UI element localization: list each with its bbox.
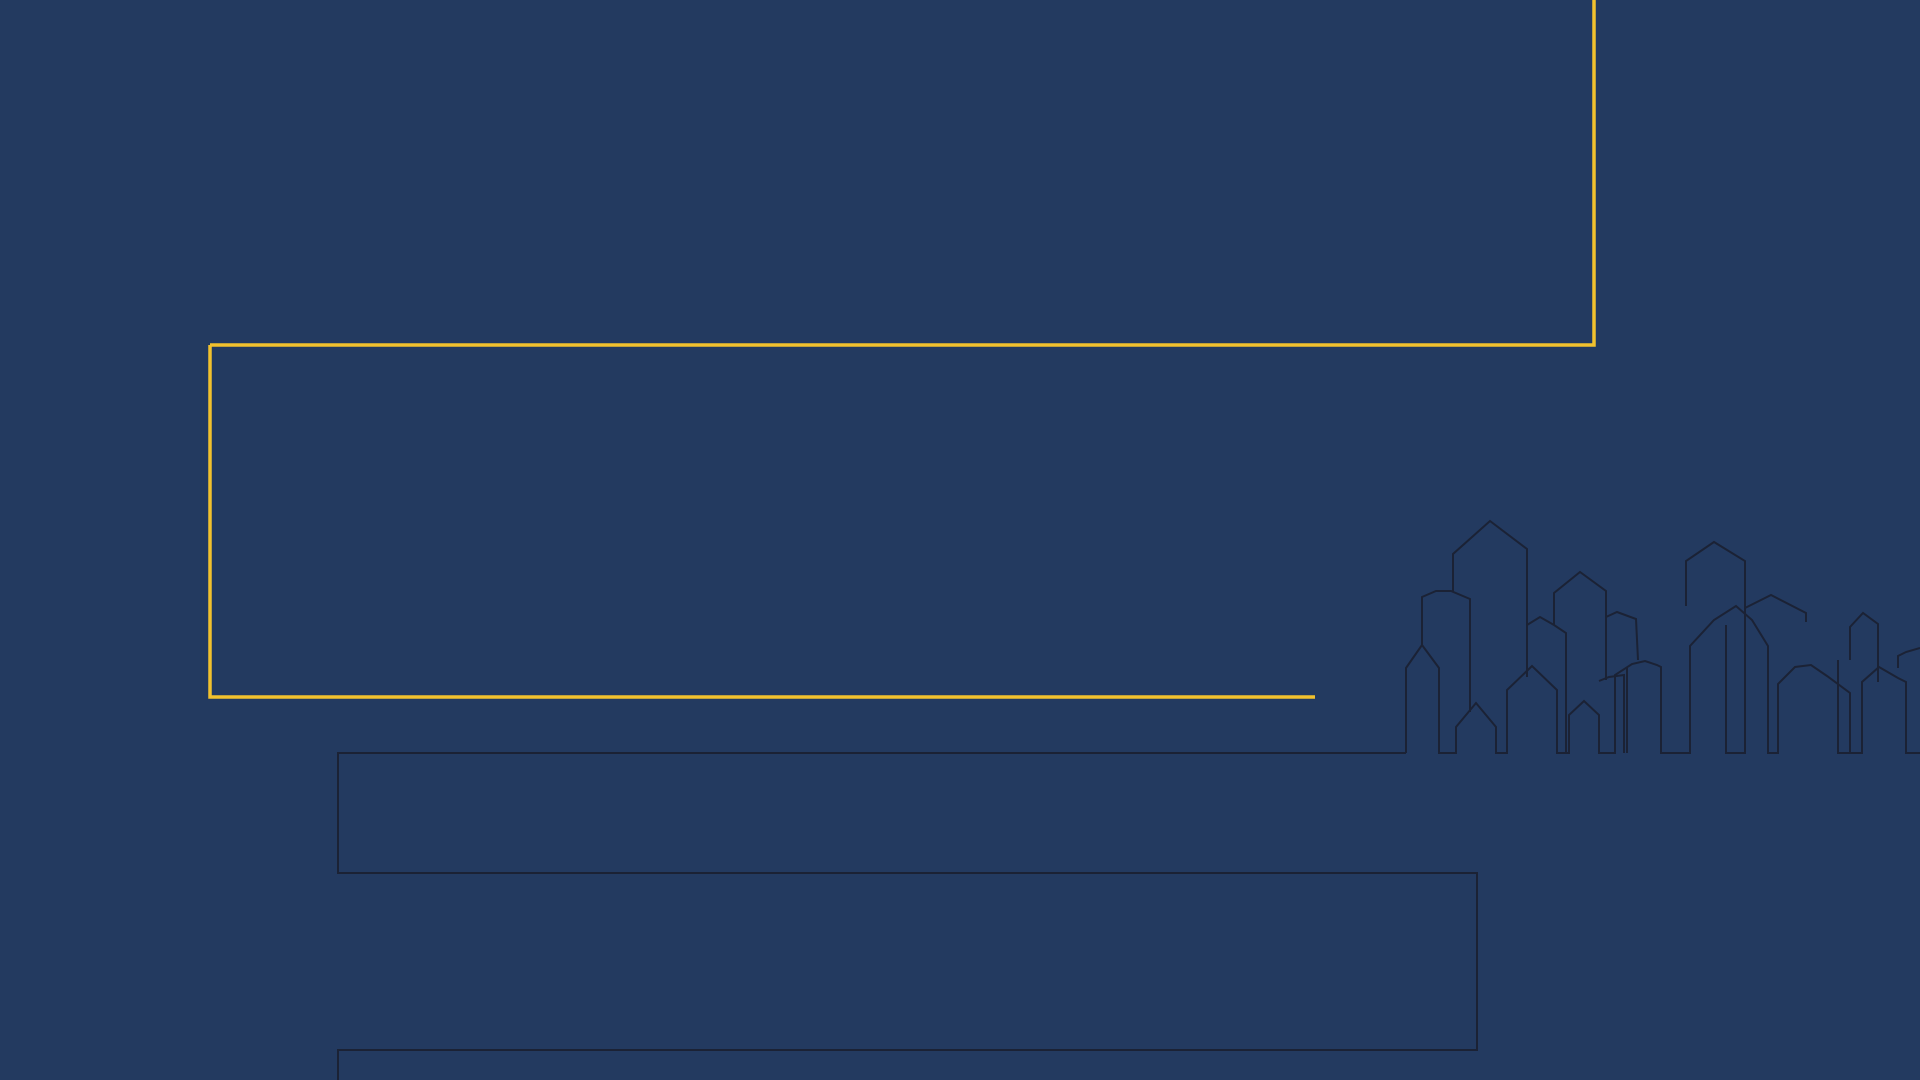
city-skyline-icon xyxy=(1405,519,1920,754)
gold-frame-upper-line xyxy=(210,0,1596,347)
dark-step-frame xyxy=(337,752,1478,1080)
skyline-building-5 xyxy=(1553,570,1607,680)
skyline-building-9 xyxy=(1685,540,1746,754)
slide-background xyxy=(0,0,1920,1080)
skyline-building-10 xyxy=(1744,593,1807,622)
skyline-building-3 xyxy=(1452,519,1528,677)
skyline-building-4 xyxy=(1526,615,1567,753)
skyline-building-13 xyxy=(1897,647,1920,668)
slide-decoration-layer xyxy=(208,0,1920,1080)
skyline-building-2 xyxy=(1421,590,1471,712)
skyline-building-6 xyxy=(1605,610,1639,661)
skyline-building-1 xyxy=(1405,604,1920,754)
skyline-building-7 xyxy=(1598,673,1625,753)
gold-frame-lower-line xyxy=(208,345,1315,699)
